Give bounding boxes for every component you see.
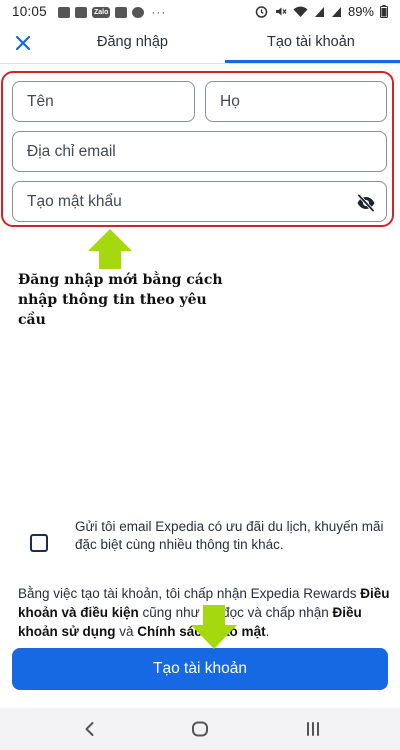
wifi-icon [293,6,308,18]
back-icon[interactable] [78,717,102,741]
battery-percent: 89% [347,4,374,19]
more-dots-icon: ··· [151,5,167,19]
image-icon [115,6,128,18]
terms-part-4: . [265,624,270,639]
create-account-button[interactable]: Tạo tài khoản [12,648,388,690]
home-icon[interactable] [188,717,212,741]
newsletter-checkbox[interactable] [30,534,48,552]
header-divider [0,63,400,64]
mail-icon [75,6,87,18]
last-name-field[interactable] [205,81,387,122]
status-notification-icons: Zalo ··· [58,5,166,19]
password-field[interactable] [12,181,387,222]
close-icon[interactable] [10,30,36,56]
notification-icon [58,6,70,18]
first-name-input[interactable] [13,82,194,121]
signal-icon [331,6,341,17]
arrow-up-icon [88,229,132,269]
last-name-input[interactable] [206,82,386,121]
arrow-down-icon [191,605,237,649]
facebook-icon [132,6,145,18]
mute-icon [275,7,287,16]
terms-part-1: Bằng việc tạo tài khoản, tôi chấp nhận E… [18,586,361,601]
battery-icon [380,5,388,18]
annotation-text: Đăng nhập mới bằng cách nhập thông tin t… [18,272,223,328]
system-nav-bar [0,708,400,750]
first-name-field[interactable] [12,81,195,122]
status-bar: 10:05 Zalo ··· 89% [0,0,400,24]
status-system-icons: 89% [255,4,388,19]
status-time: 10:05 [12,4,47,19]
recent-apps-icon[interactable] [301,717,325,741]
terms-part-3: và [115,624,138,639]
eye-off-icon[interactable] [356,193,376,213]
password-input[interactable] [13,182,386,221]
zalo-icon: Zalo [92,6,111,18]
app-header: Đăng nhập Tạo tài khoản [0,24,400,64]
alarm-icon [255,6,268,18]
email-field[interactable] [12,131,387,172]
email-input[interactable] [13,132,386,171]
signal-icon [314,6,324,17]
active-tab-indicator [225,60,400,63]
tab-login[interactable]: Đăng nhập [97,34,168,50]
tab-signup[interactable]: Tạo tài khoản [267,34,355,50]
newsletter-label: Gửi tôi email Expedia có ưu đãi du lịch,… [75,519,384,552]
